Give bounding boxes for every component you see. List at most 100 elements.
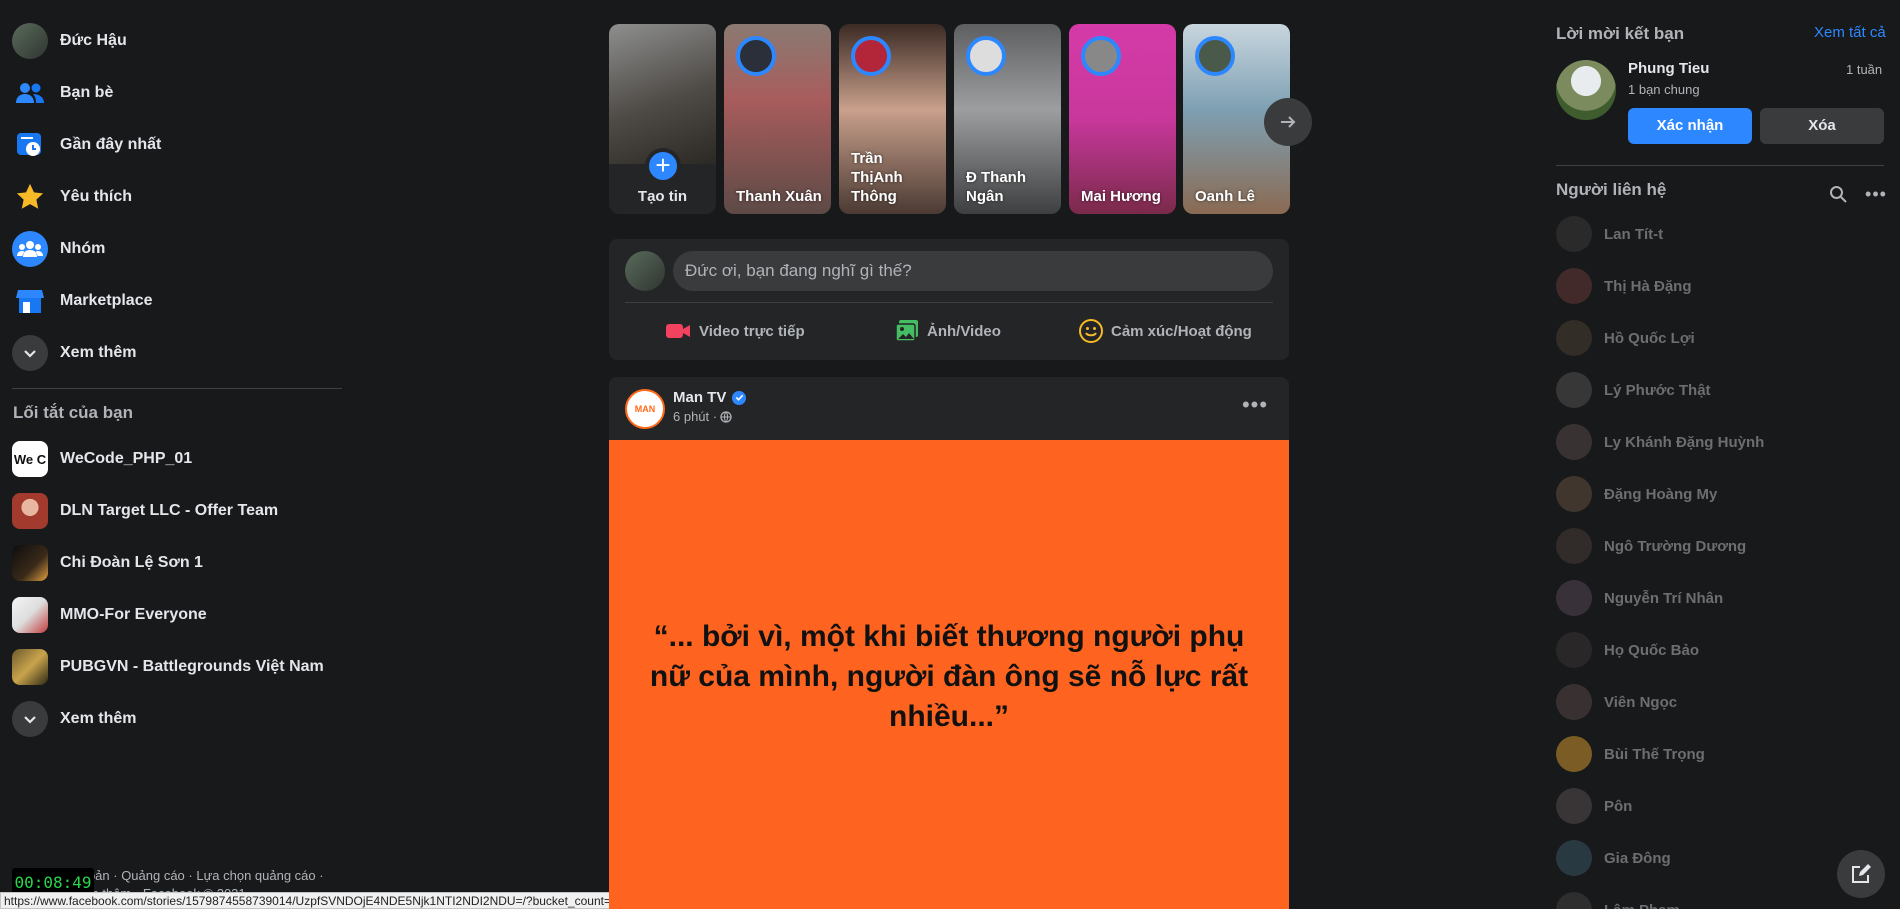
friends-icon <box>12 75 48 111</box>
create-story-label: Tạo tin <box>637 188 688 205</box>
search-icon[interactable] <box>1824 180 1852 208</box>
avatar[interactable] <box>1556 60 1616 120</box>
confirm-button[interactable]: Xác nhận <box>1628 108 1752 144</box>
contact-item[interactable]: Họ Quốc Bảo <box>1556 624 1886 676</box>
verified-badge-icon <box>732 390 747 405</box>
request-name[interactable]: Phung Tieu <box>1628 60 1709 77</box>
contact-name: Pôn <box>1604 797 1633 815</box>
nav-item-marketplace[interactable]: Marketplace <box>12 281 153 321</box>
story-avatar <box>966 36 1006 76</box>
avatar <box>1556 684 1592 720</box>
story-name: Trần ThịAnh Thông <box>851 150 903 205</box>
more-options-icon[interactable]: ••• <box>1237 387 1273 423</box>
contact-name: Ly Khánh Đặng Huỳnh <box>1604 433 1765 451</box>
contact-item[interactable]: Nguyễn Trí Nhân <box>1556 572 1886 624</box>
browser-status-url: https://www.facebook.com/stories/1579874… <box>0 892 633 909</box>
contact-name: Viên Ngọc <box>1604 693 1678 711</box>
shortcut-item[interactable]: PUBGVN - Battlegrounds Việt Nam <box>12 647 324 687</box>
contact-item[interactable]: Hồ Quốc Lợi <box>1556 312 1886 364</box>
contact-name: Ngô Trường Dương <box>1604 537 1747 555</box>
nav-see-more[interactable]: Xem thêm <box>12 333 136 373</box>
whats-on-your-mind-input[interactable]: Đức ơi, bạn đang nghĩ gì thế? <box>673 251 1273 291</box>
create-story-card[interactable]: + Tạo tin <box>609 24 716 214</box>
story-photo <box>609 24 716 164</box>
nav-item-favorites[interactable]: Yêu thích <box>12 177 132 217</box>
delete-button[interactable]: Xóa <box>1760 108 1884 144</box>
feed-post: MAN Man TV 6 phút · ••• “... bởi vì, một… <box>609 377 1289 909</box>
shortcut-item[interactable]: MMO-For Everyone <box>12 595 207 635</box>
contact-name: Bùi Thế Trọng <box>1604 745 1705 763</box>
contact-item[interactable]: Đặng Hoàng My <box>1556 468 1886 520</box>
story-avatar <box>736 36 776 76</box>
avatar <box>1556 892 1592 909</box>
mutual-friends[interactable]: 1 bạn chung <box>1628 82 1700 97</box>
marketplace-icon <box>12 283 48 319</box>
contact-item[interactable]: Thị Hà Đặng <box>1556 260 1886 312</box>
contact-item[interactable]: Ngô Trường Dương <box>1556 520 1886 572</box>
profile-avatar <box>12 23 48 59</box>
contact-item[interactable]: Pôn <box>1556 780 1886 832</box>
chevron-down-icon <box>12 701 48 737</box>
stories-row: + Tạo tin Thanh Xuân Trần ThịAnh Thông Đ… <box>609 24 1312 214</box>
shortcut-label: Chi Đoàn Lệ Sơn 1 <box>60 554 203 571</box>
shortcut-item[interactable]: DLN Target LLC - Offer Team <box>12 491 278 531</box>
divider <box>625 302 1273 303</box>
contact-name: Lâm Phạm <box>1604 902 1680 909</box>
avatar <box>1556 424 1592 460</box>
contact-item[interactable]: Ly Khánh Đặng Huỳnh <box>1556 416 1886 468</box>
shortcut-thumb <box>12 545 48 581</box>
photo-video-button[interactable]: Ảnh/Video <box>895 311 1001 351</box>
groups-icon <box>12 231 48 267</box>
contact-item[interactable]: Bùi Thế Trọng <box>1556 728 1886 780</box>
nav-item-profile[interactable]: Đức Hậu <box>12 21 127 61</box>
avatar <box>1556 268 1592 304</box>
shortcuts-see-more[interactable]: Xem thêm <box>12 699 136 739</box>
shortcut-label: WeCode_PHP_01 <box>60 450 193 467</box>
more-options-icon[interactable]: ••• <box>1862 180 1890 208</box>
nav-item-groups[interactable]: Nhóm <box>12 229 105 269</box>
contact-item[interactable]: Lý Phước Thật <box>1556 364 1886 416</box>
new-message-button[interactable] <box>1837 850 1885 898</box>
stories-next-button[interactable] <box>1264 98 1312 146</box>
avatar <box>1556 372 1592 408</box>
nav-item-label: Marketplace <box>60 292 153 309</box>
video-camera-icon <box>665 321 691 341</box>
contact-name: Hồ Quốc Lợi <box>1604 329 1695 347</box>
contact-name: Gia Đông <box>1604 849 1671 867</box>
story-card[interactable]: Mai Hương <box>1069 24 1176 214</box>
story-card[interactable]: Thanh Xuân <box>724 24 831 214</box>
avatar <box>625 251 665 291</box>
contact-item[interactable]: Lan Tít-t <box>1556 208 1886 260</box>
story-card[interactable]: Đ Thanh Ngân <box>954 24 1061 214</box>
shortcut-thumb: We C <box>12 441 48 477</box>
story-card[interactable]: Trần ThịAnh Thông <box>839 24 946 214</box>
story-name: Đ Thanh Ngân <box>966 169 1026 205</box>
feeling-activity-button[interactable]: Cảm xúc/Hoạt động <box>1079 311 1252 351</box>
shortcut-item[interactable]: We C WeCode_PHP_01 <box>12 439 192 479</box>
divider <box>12 388 342 389</box>
nav-item-label: Bạn bè <box>60 84 114 101</box>
contacts-title: Người liên hệ <box>1556 180 1667 199</box>
page-avatar[interactable]: MAN <box>625 389 665 429</box>
post-timestamp[interactable]: 6 phút · <box>673 409 732 424</box>
shortcut-item[interactable]: Chi Đoàn Lệ Sơn 1 <box>12 543 203 583</box>
smiley-icon <box>1079 319 1103 343</box>
live-video-button[interactable]: Video trực tiếp <box>665 311 805 351</box>
shortcut-label: PUBGVN - Battlegrounds Việt Nam <box>60 658 324 675</box>
nav-item-friends[interactable]: Bạn bè <box>12 73 113 113</box>
avatar <box>1556 216 1592 252</box>
avatar <box>1556 528 1592 564</box>
see-all-link[interactable]: Xem tất cả <box>1814 24 1886 41</box>
story-avatar <box>1081 36 1121 76</box>
nav-item-recent[interactable]: Gần đây nhất <box>12 125 161 165</box>
contact-item[interactable]: Lâm Phạm <box>1556 884 1886 909</box>
contact-item[interactable]: Viên Ngọc <box>1556 676 1886 728</box>
nav-item-label: Xem thêm <box>60 344 137 361</box>
avatar <box>1556 580 1592 616</box>
contact-name: Lý Phước Thật <box>1604 381 1711 399</box>
contact-name: Họ Quốc Bảo <box>1604 641 1700 659</box>
post-author[interactable]: Man TV <box>673 389 747 406</box>
photo-icon <box>895 319 919 343</box>
post-composer: Đức ơi, bạn đang nghĩ gì thế? Video trực… <box>609 239 1289 360</box>
story-name: Mai Hương <box>1081 188 1161 205</box>
